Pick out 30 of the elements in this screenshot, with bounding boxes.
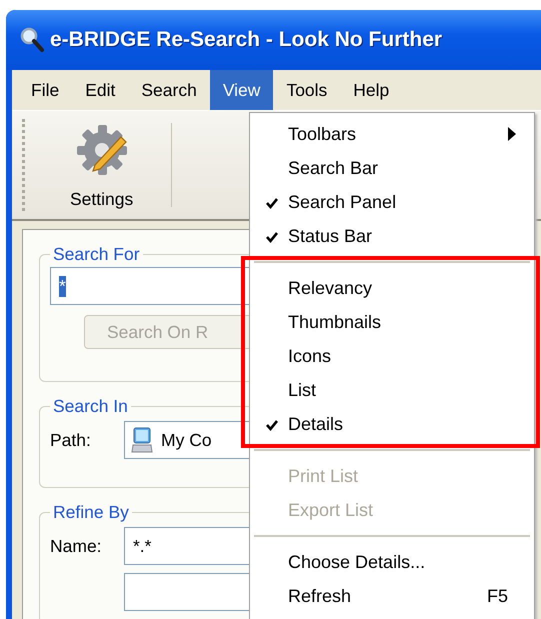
- menu-item[interactable]: Thumbnails: [250, 305, 534, 339]
- check-icon: [266, 197, 278, 209]
- menu-item[interactable]: View: [210, 70, 274, 110]
- menu-item[interactable]: Status Bar: [250, 219, 534, 253]
- menu-item[interactable]: Search Bar: [250, 151, 534, 185]
- group-title: Search For: [52, 244, 141, 265]
- group-title: Search In: [52, 396, 129, 417]
- menu-item[interactable]: Details: [250, 407, 534, 441]
- group-title: Refine By: [52, 502, 130, 523]
- magnifier-icon: [20, 27, 44, 53]
- menu-item[interactable]: Icons: [250, 339, 534, 373]
- menu-item[interactable]: Relevancy: [250, 271, 534, 305]
- menu-item[interactable]: Choose Details...: [250, 545, 534, 579]
- menu-item[interactable]: Help: [340, 70, 402, 110]
- check-icon: [266, 419, 278, 431]
- menu-item[interactable]: Toolbars: [250, 117, 534, 151]
- window-title: e-BRIDGE Re-Search - Look No Further: [50, 28, 442, 52]
- menu-item[interactable]: Search Panel: [250, 185, 534, 219]
- menu-item[interactable]: Refresh F5: [250, 579, 534, 613]
- submenu-arrow-icon: [508, 127, 516, 141]
- menu-item[interactable]: Tools: [273, 70, 340, 110]
- menu-item[interactable]: Edit: [72, 70, 128, 110]
- computer-icon: [131, 427, 153, 453]
- menu-item[interactable]: Search: [128, 70, 210, 110]
- settings-button[interactable]: Settings: [28, 111, 172, 219]
- field-label: Path:: [50, 430, 92, 450]
- menu-item[interactable]: List: [250, 373, 534, 407]
- check-icon: [266, 231, 278, 243]
- menu-item[interactable]: File: [18, 70, 72, 110]
- field-label: Name:: [50, 536, 103, 556]
